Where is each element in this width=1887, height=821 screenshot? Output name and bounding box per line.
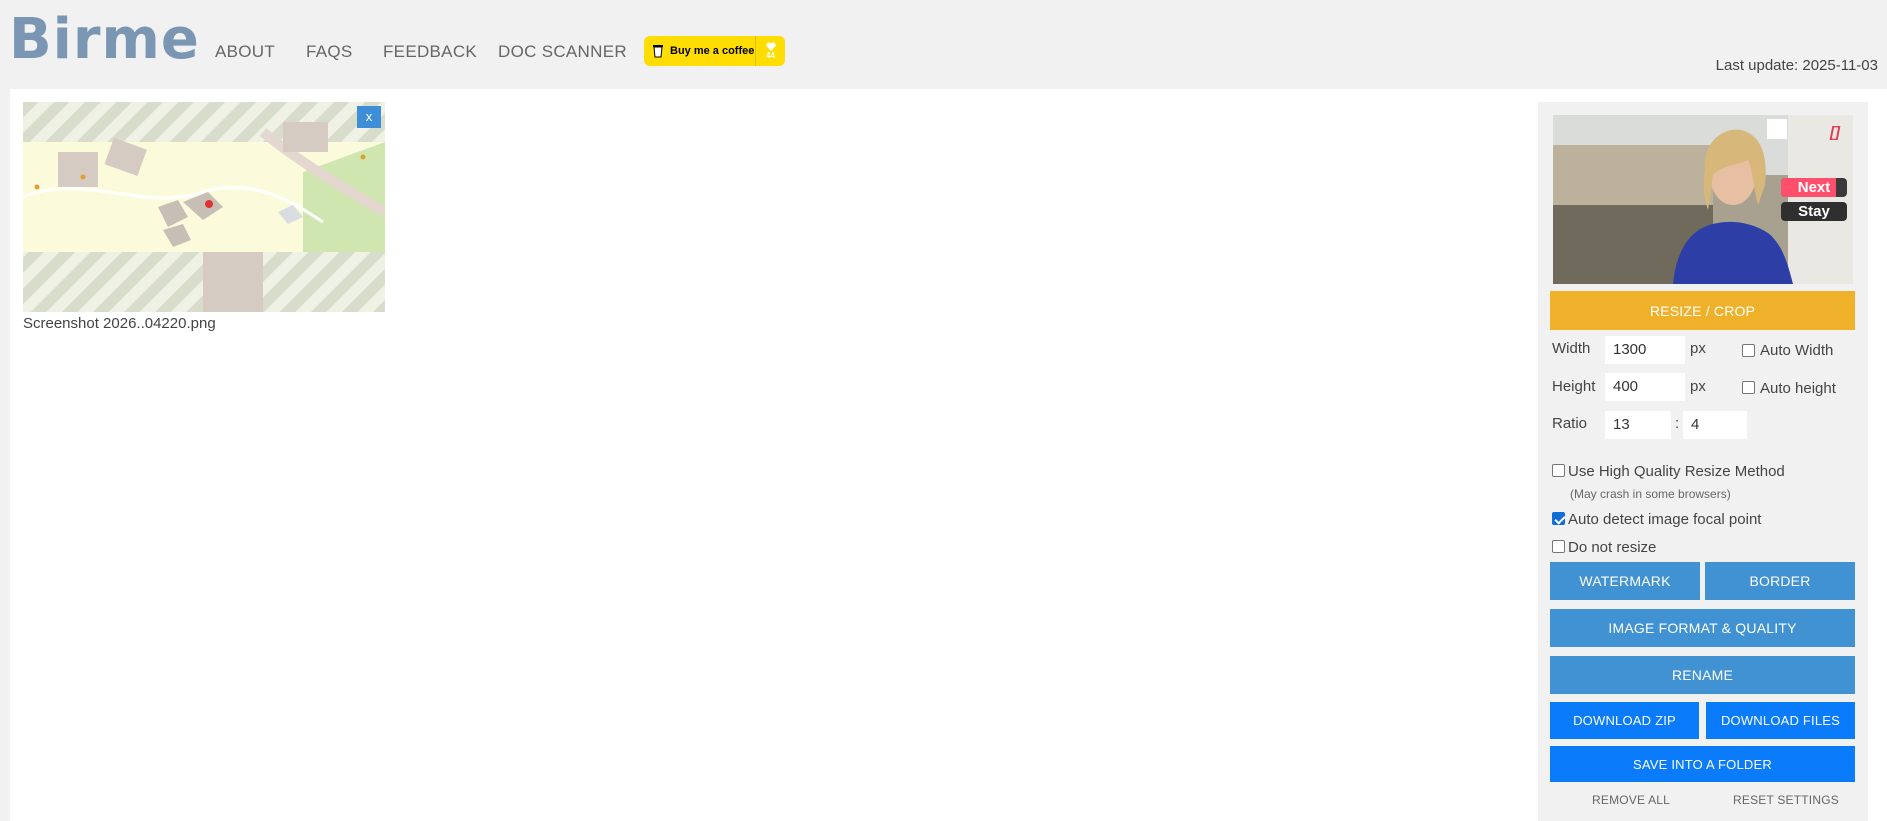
ad-next-label: Next bbox=[1797, 179, 1831, 196]
ad-stay-button[interactable]: Stay bbox=[1781, 202, 1847, 221]
coffee-label: Buy me a coffee bbox=[670, 45, 755, 57]
nav-faqs[interactable]: FAQS bbox=[306, 42, 353, 62]
heart-icon bbox=[765, 42, 776, 51]
do-not-resize-checkbox[interactable] bbox=[1552, 540, 1565, 553]
border-button[interactable]: BORDER bbox=[1705, 562, 1855, 600]
watermark-button[interactable]: WATERMARK bbox=[1550, 562, 1700, 600]
image-thumbnail[interactable] bbox=[23, 102, 385, 312]
ratio-separator: : bbox=[1675, 415, 1680, 432]
focal-point-label: Auto detect image focal point bbox=[1568, 511, 1762, 528]
ad-next-button[interactable]: Next bbox=[1781, 178, 1847, 197]
reset-settings-link[interactable]: RESET SETTINGS bbox=[1733, 793, 1839, 807]
height-label: Height bbox=[1552, 378, 1596, 395]
buy-me-coffee-button[interactable]: Buy me a coffee 44 bbox=[644, 36, 785, 66]
focal-point-checkbox[interactable] bbox=[1552, 512, 1565, 525]
ad-bracket: [] bbox=[1830, 124, 1840, 141]
image-format-quality-button[interactable]: IMAGE FORMAT & QUALITY bbox=[1550, 609, 1855, 647]
remove-image-button[interactable]: x bbox=[357, 106, 381, 128]
map-thumbnail-image bbox=[23, 102, 385, 312]
width-label: Width bbox=[1552, 340, 1591, 357]
ad-video-frame bbox=[1553, 115, 1853, 284]
coffee-cup-icon bbox=[653, 45, 663, 58]
resize-crop-toggle[interactable]: RESIZE / CROP bbox=[1550, 291, 1855, 330]
image-filename: Screenshot 2026..04220.png bbox=[23, 315, 216, 332]
auto-height-label: Auto height bbox=[1760, 380, 1836, 397]
do-not-resize-label: Do not resize bbox=[1568, 539, 1657, 556]
ratio-label: Ratio bbox=[1552, 415, 1588, 432]
high-quality-label: Use High Quality Resize Method bbox=[1568, 463, 1785, 480]
site-logo[interactable]: Birme bbox=[9, 10, 200, 70]
nav-feedback[interactable]: FEEDBACK bbox=[383, 42, 477, 62]
download-zip-button[interactable]: DOWNLOAD ZIP bbox=[1550, 702, 1699, 739]
ratio-width-input[interactable]: 13 bbox=[1605, 411, 1671, 439]
width-input[interactable]: 1300 bbox=[1605, 336, 1685, 364]
auto-width-checkbox[interactable] bbox=[1742, 344, 1755, 357]
high-quality-checkbox[interactable] bbox=[1552, 464, 1565, 477]
ratio-height-input[interactable]: 4 bbox=[1683, 411, 1747, 439]
rename-button[interactable]: RENAME bbox=[1550, 656, 1855, 694]
video-ad[interactable] bbox=[1553, 115, 1853, 284]
download-files-button[interactable]: DOWNLOAD FILES bbox=[1706, 702, 1855, 739]
remove-all-link[interactable]: REMOVE ALL bbox=[1592, 793, 1670, 807]
top-header: Birme ABOUT FAQS FEEDBACK DOC SCANNER Bu… bbox=[0, 0, 1887, 76]
nav-doc-scanner[interactable]: DOC SCANNER bbox=[498, 42, 627, 62]
width-unit: px bbox=[1690, 340, 1706, 357]
auto-width-label: Auto Width bbox=[1760, 342, 1834, 359]
auto-height-checkbox[interactable] bbox=[1742, 381, 1755, 394]
height-input[interactable]: 400 bbox=[1605, 373, 1685, 401]
last-update: Last update: 2025-11-03 bbox=[1715, 57, 1878, 74]
high-quality-note: (May crash in some browsers) bbox=[1570, 487, 1731, 501]
nav-about[interactable]: ABOUT bbox=[215, 42, 275, 62]
coffee-count: 44 bbox=[755, 36, 785, 66]
height-unit: px bbox=[1690, 378, 1706, 395]
coffee-count-value: 44 bbox=[766, 51, 775, 60]
save-into-folder-button[interactable]: SAVE INTO A FOLDER bbox=[1550, 746, 1855, 782]
